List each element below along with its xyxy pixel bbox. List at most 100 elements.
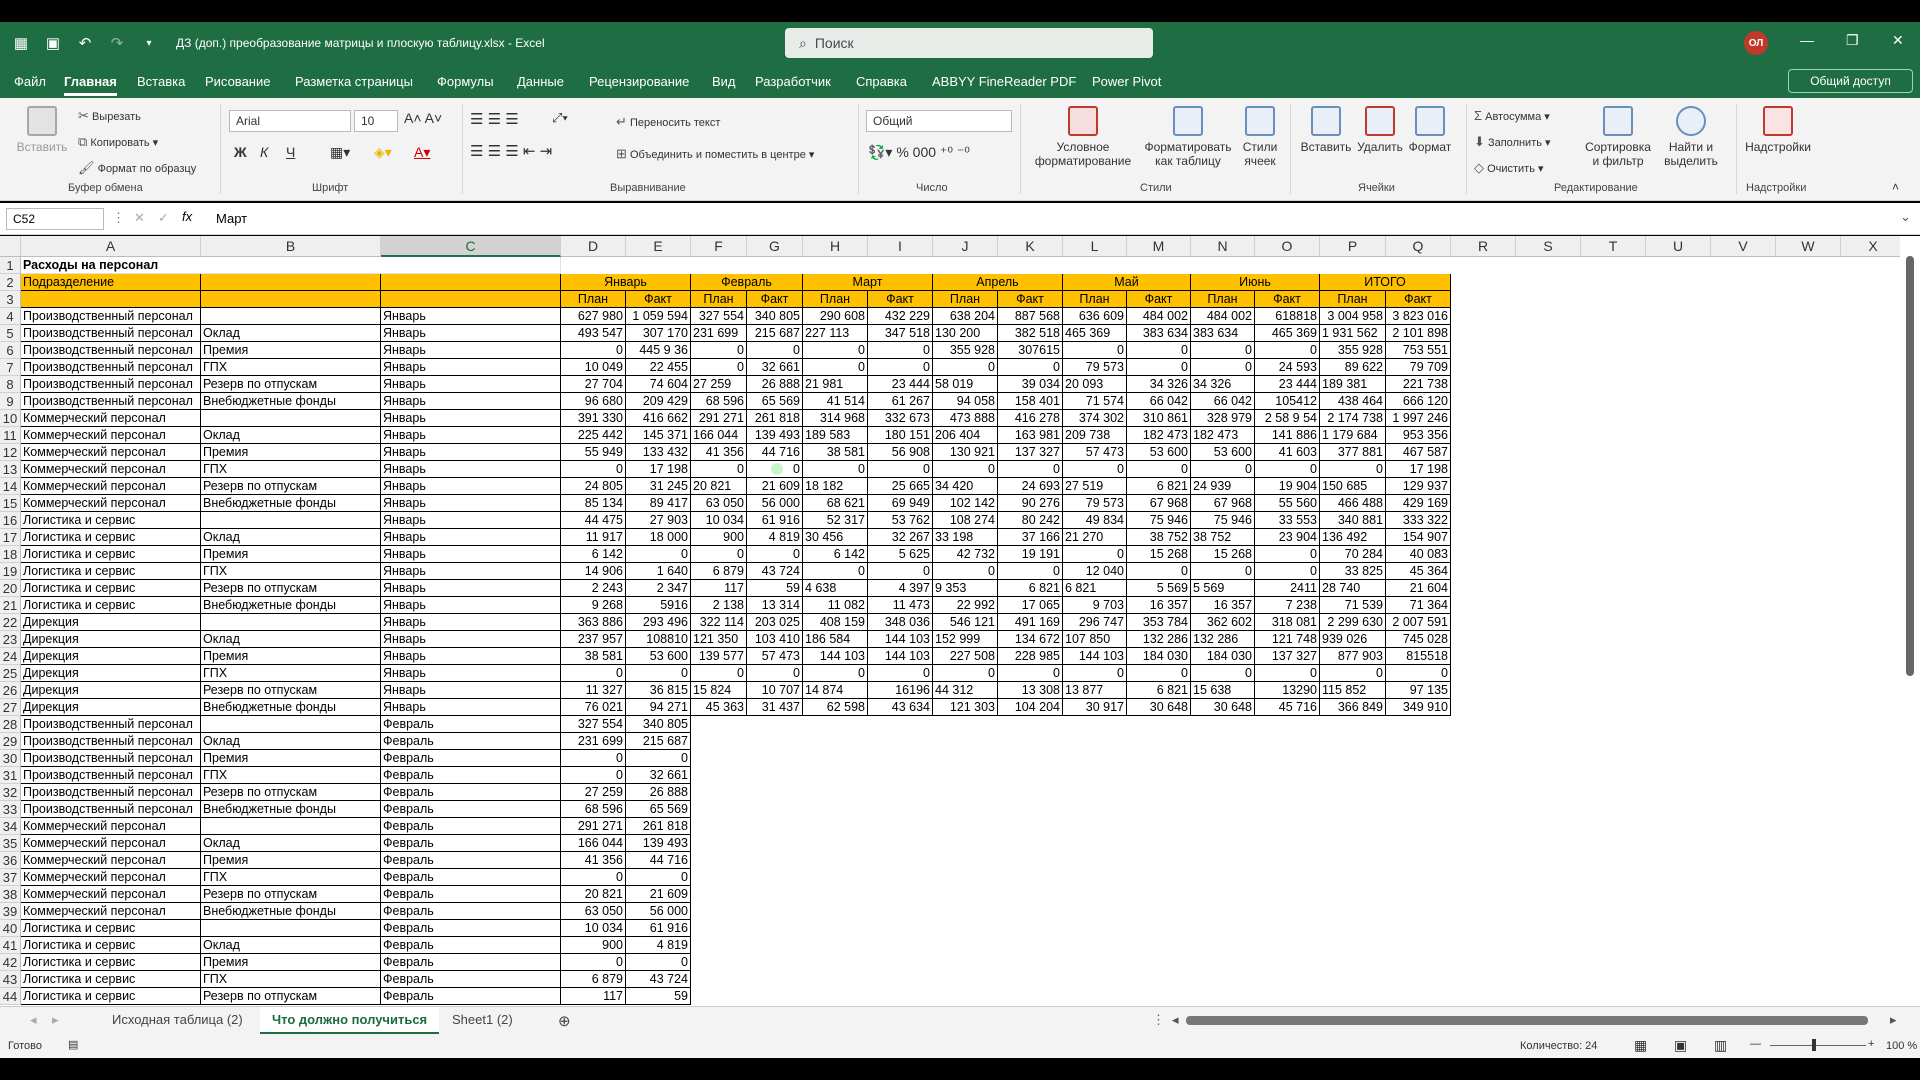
row-header[interactable]: 9 (0, 393, 21, 410)
function-icon[interactable]: fx (182, 209, 192, 224)
grid-cell[interactable]: 366 849 (1320, 699, 1386, 716)
grid-cell[interactable]: 103 410 (747, 631, 803, 648)
row-header[interactable]: 3 (0, 291, 21, 308)
grid-cell[interactable]: Февраль (381, 733, 561, 750)
grid-cell[interactable]: 21 609 (747, 478, 803, 495)
grid-cell[interactable]: Логистика и сервис (21, 546, 201, 563)
name-box[interactable]: C52 (6, 208, 104, 230)
merge-center-button[interactable]: ⊞ Объединить и поместить в центре ▾ (616, 146, 814, 162)
column-header[interactable]: R (1451, 236, 1516, 257)
grid-cell[interactable]: 36 815 (626, 682, 691, 699)
grid-cell[interactable]: Производственный персонал (21, 801, 201, 818)
grid-cell[interactable]: 9 703 (1063, 597, 1127, 614)
grid-cell[interactable]: Январь (381, 410, 561, 427)
grid-cell[interactable]: 228 985 (998, 648, 1063, 665)
grid-cell[interactable]: Январь (381, 665, 561, 682)
row-header[interactable]: 36 (0, 852, 21, 869)
tab-10[interactable]: Разработчик (755, 74, 831, 89)
grid-cell[interactable]: 0 (1191, 342, 1255, 359)
grid-cell[interactable]: 0 (561, 461, 626, 478)
grid-cell[interactable]: 189 583 (803, 427, 868, 444)
grid-cell[interactable]: Факт (868, 291, 933, 308)
grid-cell[interactable]: 0 (691, 546, 747, 563)
grid-cell[interactable]: 20 821 (561, 886, 626, 903)
grid-cell[interactable]: 0 (868, 342, 933, 359)
grid-cell[interactable]: 3 823 016 (1386, 308, 1451, 325)
grid-cell[interactable]: 6 821 (998, 580, 1063, 597)
row-header[interactable]: 22 (0, 614, 21, 631)
grid-cell[interactable]: 753 551 (1386, 342, 1451, 359)
grid-cell[interactable]: 23 444 (868, 376, 933, 393)
grid-cell[interactable]: 31 437 (747, 699, 803, 716)
clear-button[interactable]: ◇ Очистить ▾ (1474, 160, 1544, 176)
grid-cell[interactable]: Январь (381, 461, 561, 478)
grid-cell[interactable]: Коммерческий персонал (21, 410, 201, 427)
grid-cell[interactable]: 333 322 (1386, 512, 1451, 529)
grid-cell[interactable]: 0 (868, 359, 933, 376)
grid-cell[interactable]: 227 113 (803, 325, 868, 342)
column-header[interactable]: G (747, 236, 803, 257)
row-header[interactable]: 14 (0, 478, 21, 495)
grid-cell[interactable]: Январь (381, 597, 561, 614)
grow-font-icon[interactable]: A˄ A˅ (404, 110, 442, 126)
horizontal-align-icons[interactable]: ☰ ☰ ☰ ⇤ ⇥ (470, 142, 552, 160)
grid-cell[interactable]: 2 58 9 54 (1255, 410, 1320, 427)
grid-cell[interactable]: 90 276 (998, 495, 1063, 512)
grid-cell[interactable]: Январь (381, 495, 561, 512)
sheet-tab-result[interactable]: Что должно получиться (260, 1007, 440, 1035)
grid-cell[interactable]: Оклад (201, 631, 381, 648)
grid-cell[interactable]: 2 138 (691, 597, 747, 614)
grid-cell[interactable]: 104 204 (998, 699, 1063, 716)
prev-sheet-icon[interactable]: ◂ (30, 1012, 37, 1028)
grid-cell[interactable]: Факт (1386, 291, 1451, 308)
grid-cell[interactable]: 900 (561, 937, 626, 954)
column-header[interactable]: P (1320, 236, 1386, 257)
font-color-icon[interactable]: A▾ (414, 144, 430, 161)
zoom-slider[interactable] (1770, 1045, 1866, 1046)
grid-cell[interactable]: 41 603 (1255, 444, 1320, 461)
grid-cell[interactable]: 491 169 (998, 614, 1063, 631)
grid-cell[interactable]: 66 042 (1127, 393, 1191, 410)
row-header[interactable]: 19 (0, 563, 21, 580)
grid-cell[interactable]: 332 673 (868, 410, 933, 427)
grid-cell[interactable]: 56 000 (747, 495, 803, 512)
grid-cell[interactable]: 27 259 (561, 784, 626, 801)
next-sheet-icon[interactable]: ▸ (52, 1012, 59, 1028)
grid-cell[interactable]: 144 103 (803, 648, 868, 665)
grid-cell[interactable]: 52 317 (803, 512, 868, 529)
grid-cell[interactable]: 15 268 (1127, 546, 1191, 563)
grid-cell[interactable]: План (1063, 291, 1127, 308)
page-break-icon[interactable]: ▥ (1714, 1037, 1727, 1054)
grid-cell[interactable]: 27 704 (561, 376, 626, 393)
qat-customize-icon[interactable]: ▾ (138, 32, 160, 54)
grid-cell[interactable]: Коммерческий персонал (21, 818, 201, 835)
tab-6[interactable]: Формулы (437, 74, 494, 89)
formula-more-icon[interactable]: ⋮ (112, 210, 125, 226)
column-header[interactable]: T (1581, 236, 1646, 257)
grid-cell[interactable]: 22 455 (626, 359, 691, 376)
grid-cell[interactable]: ГПХ (201, 461, 381, 478)
tab-13[interactable]: Power Pivot (1092, 74, 1161, 89)
grid-cell[interactable]: 636 609 (1063, 308, 1127, 325)
row-header[interactable]: 43 (0, 971, 21, 988)
grid-cell[interactable]: 627 980 (561, 308, 626, 325)
underline-button[interactable]: Ч (286, 144, 295, 160)
grid-cell[interactable]: 0 (998, 461, 1063, 478)
tab-split-icon[interactable]: ⋮ (1152, 1012, 1165, 1028)
column-header[interactable]: L (1063, 236, 1127, 257)
grid-cell[interactable]: 347 518 (868, 325, 933, 342)
grid-cell[interactable]: 10 034 (561, 920, 626, 937)
grid-cell[interactable]: Дирекция (21, 682, 201, 699)
format-cells-button[interactable]: Формат (1406, 106, 1454, 154)
grid-cell[interactable]: Производственный персонал (21, 767, 201, 784)
grid-cell[interactable]: 133 432 (626, 444, 691, 461)
format-painter-button[interactable]: 🖌 Формат по образцу (78, 160, 196, 176)
column-header[interactable]: E (626, 236, 691, 257)
grid-cell[interactable]: 0 (691, 342, 747, 359)
grid-cell[interactable]: 416 662 (626, 410, 691, 427)
grid-cell[interactable]: 231 699 (561, 733, 626, 750)
row-header[interactable]: 1 (0, 257, 21, 274)
grid-cell[interactable]: 24 593 (1255, 359, 1320, 376)
grid-cell[interactable]: Январь (381, 478, 561, 495)
grid-cell[interactable]: 132 286 (1127, 631, 1191, 648)
